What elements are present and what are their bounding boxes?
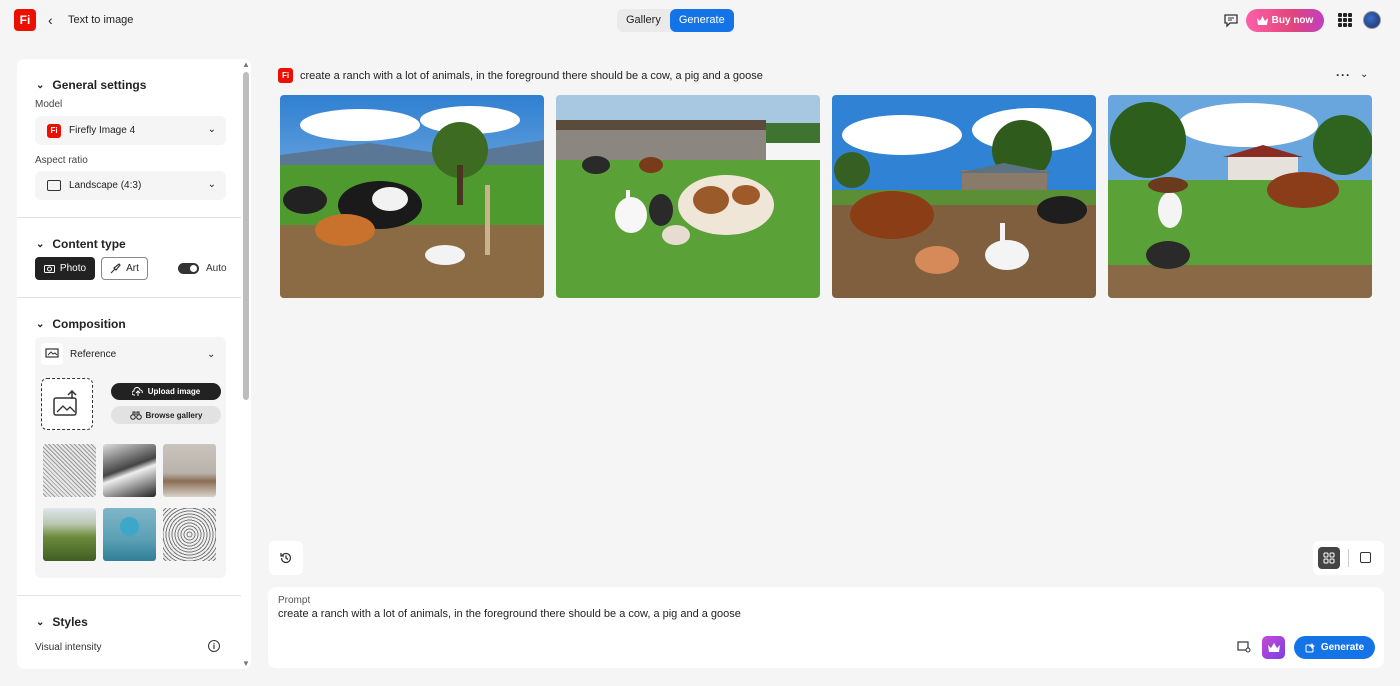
styles-title: Styles [52, 615, 88, 629]
photo-label: Photo [59, 263, 87, 274]
feedback-chat-icon[interactable] [1223, 12, 1239, 28]
chevron-down-icon: ⌄ [36, 318, 45, 330]
scroll-up-icon[interactable]: ▲ [242, 60, 250, 69]
scrollbar-thumb[interactable] [243, 72, 249, 400]
reference-thumbnail[interactable] [103, 444, 156, 497]
binoculars-icon [129, 411, 142, 420]
general-settings-title: General settings [52, 78, 147, 92]
divider [1348, 549, 1349, 567]
buy-now-label: Buy now [1271, 15, 1314, 26]
firefly-logo[interactable]: Fi [14, 9, 36, 31]
reference-dropdown[interactable]: Reference [70, 349, 116, 360]
premium-button[interactable] [1262, 636, 1285, 659]
upload-image-button[interactable]: Upload image [111, 383, 221, 400]
divider [17, 595, 241, 596]
scroll-down-icon[interactable]: ▼ [242, 659, 250, 668]
aspect-ratio-label: Aspect ratio [35, 155, 88, 166]
prompt-input[interactable]: create a ranch with a lot of animals, in… [278, 608, 741, 620]
apps-grid-icon[interactable] [1338, 13, 1352, 27]
art-button[interactable]: Art [101, 257, 148, 280]
prompt-settings-icon[interactable] [1237, 641, 1251, 653]
styles-header[interactable]: ⌄ Styles [36, 615, 88, 629]
reference-image-icon [41, 343, 63, 365]
auto-label: Auto [206, 263, 227, 274]
generated-image[interactable] [280, 95, 544, 298]
tab-generate[interactable]: Generate [669, 9, 734, 32]
browse-gallery-button[interactable]: Browse gallery [111, 406, 221, 424]
landscape-ratio-icon [47, 180, 61, 191]
generate-label: Generate [1320, 642, 1365, 653]
panel-scrollbar[interactable]: ▲ ▼ [242, 60, 250, 668]
grid-view-icon [1323, 552, 1335, 564]
single-view-icon[interactable] [1360, 552, 1371, 563]
more-options-icon[interactable]: ··· [1336, 68, 1351, 82]
reference-thumbnail[interactable] [163, 444, 216, 497]
prompt-heading-text: create a ranch with a lot of animals, in… [300, 69, 763, 82]
photo-button[interactable]: Photo [35, 257, 95, 280]
aspect-ratio-value: Landscape (4:3) [69, 180, 142, 191]
chevron-down-icon: ⌄ [36, 616, 45, 628]
browse-gallery-label: Browse gallery [145, 410, 203, 420]
content-type-title: Content type [52, 237, 126, 251]
upload-drop-zone[interactable] [41, 378, 93, 430]
aspect-ratio-dropdown[interactable]: Landscape (4:3) ⌄ [35, 171, 226, 200]
chevron-down-icon: ⌄ [207, 124, 216, 135]
crown-icon [1256, 16, 1268, 25]
divider [17, 217, 241, 218]
generate-button[interactable]: Generate [1294, 636, 1375, 659]
composition-header[interactable]: ⌄ Composition [36, 317, 126, 331]
generated-image[interactable] [832, 95, 1096, 298]
reference-thumbnail[interactable] [103, 508, 156, 561]
chevron-down-icon[interactable]: ⌄ [1360, 69, 1368, 80]
back-chevron-icon[interactable]: ‹ [48, 12, 53, 28]
image-upload-icon [53, 390, 77, 416]
chevron-down-icon: ⌄ [36, 79, 45, 91]
chevron-down-icon: ⌄ [207, 179, 216, 190]
generated-image[interactable] [1108, 95, 1372, 298]
history-button[interactable] [269, 541, 303, 575]
model-value: Firefly Image 4 [69, 125, 136, 136]
chevron-down-icon: ⌄ [36, 238, 45, 250]
grid-view-button[interactable] [1318, 547, 1340, 569]
divider [17, 297, 241, 298]
generate-sparkle-icon [1305, 643, 1315, 653]
content-type-header[interactable]: ⌄ Content type [36, 237, 126, 251]
reference-thumbnail[interactable] [43, 508, 96, 561]
firefly-model-icon: Fi [47, 123, 61, 138]
generation-prompt-heading: Fi create a ranch with a lot of animals,… [278, 68, 763, 83]
reference-thumbnail[interactable] [163, 508, 216, 561]
chevron-down-icon[interactable]: ⌄ [207, 349, 215, 360]
prompt-input-box[interactable] [268, 587, 1384, 668]
buy-now-button[interactable]: Buy now [1246, 9, 1324, 32]
visual-intensity-label: Visual intensity [35, 642, 102, 653]
camera-icon [43, 265, 55, 273]
prompt-label: Prompt [278, 595, 311, 606]
tab-gallery[interactable]: Gallery [617, 9, 670, 32]
generated-image[interactable] [556, 95, 820, 298]
brush-icon [110, 263, 121, 274]
auto-toggle[interactable] [178, 263, 199, 274]
composition-title: Composition [52, 317, 126, 331]
art-label: Art [126, 263, 139, 274]
top-bar: Fi ‹ Text to image Gallery Generate Buy … [0, 0, 1400, 42]
firefly-icon: Fi [278, 68, 293, 83]
avatar[interactable] [1363, 11, 1381, 29]
cloud-upload-icon [131, 387, 143, 396]
mode-switcher: Gallery Generate [617, 9, 734, 32]
reference-thumbnail[interactable] [43, 444, 96, 497]
model-dropdown[interactable]: Fi Firefly Image 4 ⌄ [35, 116, 226, 145]
model-label: Model [35, 99, 63, 110]
info-icon[interactable]: i [208, 640, 220, 652]
page-title: Text to image [68, 14, 134, 26]
history-icon [280, 552, 292, 564]
general-settings-header[interactable]: ⌄ General settings [36, 78, 146, 92]
reference-thumbnails [43, 444, 219, 561]
upload-image-label: Upload image [147, 387, 201, 396]
crown-icon [1267, 642, 1280, 652]
